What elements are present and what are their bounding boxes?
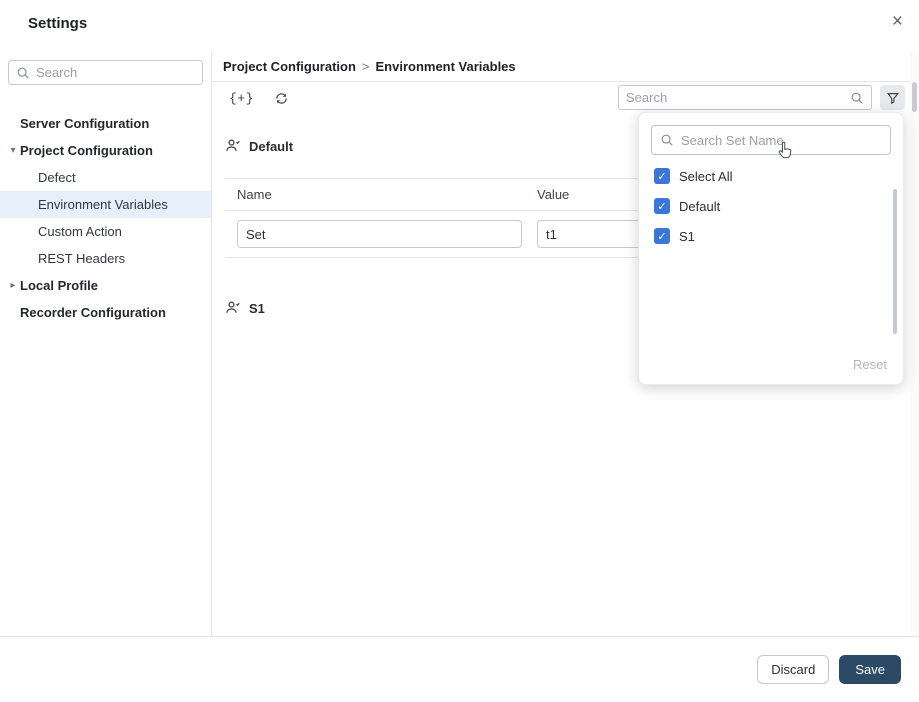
reset-button[interactable]: Reset xyxy=(853,357,887,372)
option-label: S1 xyxy=(679,228,695,244)
sidebar-search-field[interactable] xyxy=(8,60,203,85)
hand-cursor-icon xyxy=(776,140,795,161)
section-title: S1 xyxy=(249,300,265,316)
filter-icon[interactable] xyxy=(880,85,905,110)
vertical-scrollbar[interactable] xyxy=(910,52,919,636)
search-icon xyxy=(850,91,864,105)
sidebar-item-label: Defect xyxy=(38,170,76,185)
sidebar-item-label: Custom Action xyxy=(38,224,122,239)
footer: Discard Save xyxy=(0,636,919,702)
set-options-list: ✓ Select All ✓ Default ✓ S1 xyxy=(639,161,903,251)
titlebar: Settings × xyxy=(0,0,919,52)
checkbox-checked-icon[interactable]: ✓ xyxy=(654,168,670,184)
column-header-name: Name xyxy=(237,187,272,202)
checkbox-checked-icon[interactable]: ✓ xyxy=(654,198,670,214)
set-name-search-field[interactable] xyxy=(651,125,891,155)
sidebar-item-project-configuration[interactable]: ▾ Project Configuration xyxy=(0,137,211,164)
sidebar-item-server-configuration[interactable]: Server Configuration xyxy=(0,110,211,137)
sidebar-item-rest-headers[interactable]: REST Headers xyxy=(0,245,211,272)
option-label: Select All xyxy=(679,168,733,184)
sidebar-item-label: REST Headers xyxy=(38,251,126,266)
popover-scrollbar[interactable] xyxy=(893,189,897,334)
sidebar-item-environment-variables[interactable]: Environment Variables xyxy=(0,191,211,218)
option-default[interactable]: ✓ Default xyxy=(639,191,903,221)
variable-set-icon xyxy=(225,138,241,154)
search-icon xyxy=(660,133,674,147)
check-icon: ✓ xyxy=(657,170,667,183)
option-select-all[interactable]: ✓ Select All xyxy=(639,161,903,191)
close-button[interactable]: × xyxy=(892,12,903,31)
sidebar-item-local-profile[interactable]: ▸ Local Profile xyxy=(0,272,211,299)
chevron-right-icon: ▸ xyxy=(10,280,16,291)
sidebar-item-label: Project Configuration xyxy=(20,143,153,158)
check-icon: ✓ xyxy=(657,230,667,243)
breadcrumb-separator-icon: > xyxy=(361,59,370,74)
option-s1[interactable]: ✓ S1 xyxy=(639,221,903,251)
sidebar-item-recorder-configuration[interactable]: Recorder Configuration xyxy=(0,299,211,326)
sidebar-item-label: Server Configuration xyxy=(20,116,150,131)
search-icon xyxy=(16,66,30,80)
sidebar-item-defect[interactable]: Defect xyxy=(0,164,211,191)
scrollbar-thumb[interactable] xyxy=(912,82,917,112)
filter-popover: ✓ Select All ✓ Default ✓ S1 Reset xyxy=(638,112,904,385)
sidebar: Server Configuration ▾ Project Configura… xyxy=(0,52,212,636)
option-label: Default xyxy=(679,198,721,214)
sidebar-item-custom-action[interactable]: Custom Action xyxy=(0,218,211,245)
variable-name-input[interactable] xyxy=(237,220,522,248)
discard-button[interactable]: Discard xyxy=(757,655,830,684)
sidebar-item-label: Recorder Configuration xyxy=(20,305,166,320)
settings-window: Settings × Server Configuration ▾ Projec… xyxy=(0,0,919,702)
toolbar: {+} xyxy=(213,82,919,114)
save-button[interactable]: Save xyxy=(839,655,901,684)
refresh-icon[interactable] xyxy=(270,86,293,110)
breadcrumb: Project Configuration > Environment Variab… xyxy=(213,52,919,82)
checkbox-checked-icon[interactable]: ✓ xyxy=(654,228,670,244)
add-variable-set-button[interactable]: {+} xyxy=(225,86,258,110)
toolbar-search-field[interactable] xyxy=(618,85,872,110)
sidebar-tree: Server Configuration ▾ Project Configura… xyxy=(0,110,211,326)
sidebar-item-label: Environment Variables xyxy=(38,197,168,212)
breadcrumb-parent[interactable]: Project Configuration xyxy=(223,59,356,74)
breadcrumb-current: Environment Variables xyxy=(375,59,516,74)
section-title: Default xyxy=(249,138,294,154)
chevron-down-icon: ▾ xyxy=(10,145,16,156)
check-icon: ✓ xyxy=(657,200,667,213)
sidebar-search-input[interactable] xyxy=(36,65,195,80)
variable-set-icon xyxy=(225,300,241,316)
sidebar-item-label: Local Profile xyxy=(20,278,99,293)
window-title: Settings xyxy=(28,15,88,32)
toolbar-search-input[interactable] xyxy=(626,90,844,105)
